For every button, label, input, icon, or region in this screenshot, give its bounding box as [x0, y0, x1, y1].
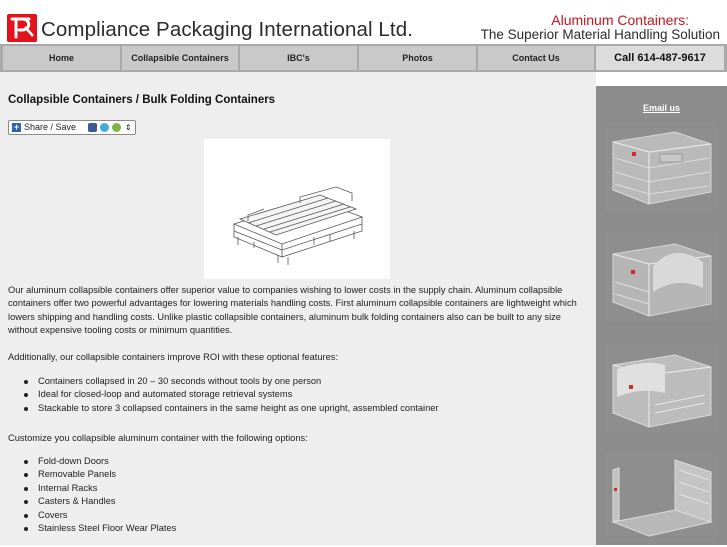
page-title: Collapsible Containers / Bulk Folding Co… [8, 94, 276, 106]
site-header: Compliance Packaging International Ltd. … [0, 0, 727, 44]
tagline-line1: Aluminum Containers: [551, 12, 689, 28]
share-save-button[interactable]: + Share / Save ⇕ [8, 120, 136, 135]
tagline-line2: The Superior Material Handling Solution [480, 27, 720, 42]
container-photo-icon [605, 343, 718, 433]
chevron-updown-icon[interactable]: ⇕ [125, 121, 132, 134]
list-item: Fold-down Doors [8, 455, 588, 468]
list-item: Containers collapsed in 20 – 30 seconds … [8, 375, 588, 388]
features-intro: Additionally, our collapsible containers… [8, 352, 339, 362]
tagline-heading: Aluminum Containers: [460, 12, 720, 28]
container-illustration [204, 139, 390, 279]
container-photo-2[interactable] [605, 232, 718, 322]
container-photo-icon [605, 452, 718, 542]
list-item: Stainless Steel Floor Wear Plates [8, 522, 588, 535]
intro-paragraph: Our aluminum collapsible containers offe… [8, 285, 577, 336]
plus-icon: + [12, 122, 21, 132]
twitter-icon[interactable] [100, 123, 109, 132]
nav-ibcs[interactable]: IBC's [240, 46, 357, 70]
container-photo-4[interactable] [605, 452, 718, 542]
container-photo-3[interactable] [605, 343, 718, 433]
email-us-link[interactable]: Email us [596, 103, 727, 113]
main-nav: Home Collapsible Containers IBC's Photos… [0, 44, 727, 72]
container-photo-icon [605, 122, 718, 212]
nav-photos[interactable]: Photos [359, 46, 476, 70]
company-logo[interactable] [7, 14, 37, 42]
company-name: Compliance Packaging International Ltd. [41, 18, 413, 41]
email-share-icon[interactable] [112, 123, 121, 132]
nav-home[interactable]: Home [3, 46, 120, 70]
share-save-label: Share / Save [24, 122, 77, 132]
list-item: Stackable to store 3 collapsed container… [8, 402, 588, 415]
list-item: Removable Panels [8, 468, 588, 481]
photo-sidebar: Email us [596, 86, 727, 545]
list-item: Ideal for closed-loop and automated stor… [8, 388, 588, 401]
nav-call-phone[interactable]: Call 614-487-9617 [596, 46, 724, 70]
collapsed-container-drawing-icon [232, 186, 364, 265]
options-intro: Customize you collapsible aluminum conta… [8, 433, 308, 443]
list-item: Casters & Handles [8, 495, 588, 508]
container-photo-1[interactable] [605, 122, 718, 212]
list-item: Internal Racks [8, 482, 588, 495]
features-list: Containers collapsed in 20 – 30 seconds … [8, 375, 588, 415]
logo-mark-icon [10, 17, 34, 39]
facebook-icon[interactable] [88, 123, 97, 132]
nav-contact-us[interactable]: Contact Us [478, 46, 594, 70]
options-list: Fold-down Doors Removable Panels Interna… [8, 455, 588, 535]
list-item: Covers [8, 509, 588, 522]
nav-collapsible-containers[interactable]: Collapsible Containers [122, 46, 238, 70]
container-photo-icon [605, 232, 718, 322]
